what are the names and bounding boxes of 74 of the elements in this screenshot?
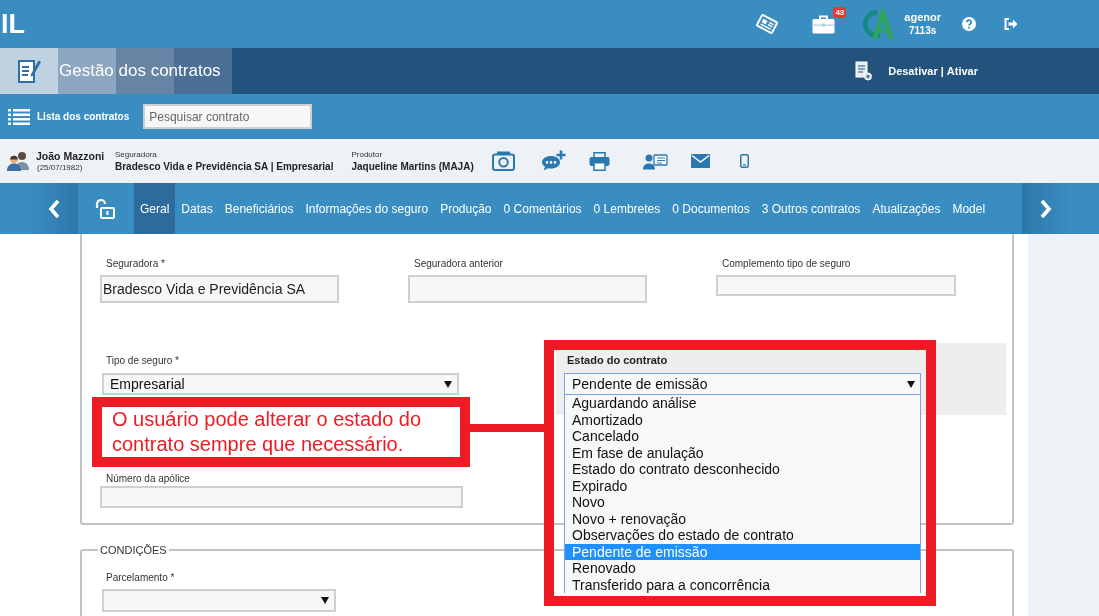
user-name: agenor bbox=[904, 11, 941, 24]
caret-icon bbox=[444, 380, 452, 388]
summary-value: Bradesco Vida e Previdência SA | Empresarial bbox=[115, 160, 334, 173]
insurance-type-complement-input[interactable] bbox=[716, 275, 956, 296]
client-birth-date: (25/07/1982) bbox=[36, 162, 84, 173]
dropdown-option[interactable]: Novo bbox=[565, 494, 920, 511]
callout-text: O usuário pode alterar o estado do contrato sempre que necessário. bbox=[112, 407, 423, 457]
dropdown-option[interactable]: Expirado bbox=[565, 477, 920, 494]
client-name: João Mazzoni bbox=[36, 149, 106, 163]
tab[interactable]: Atualizações bbox=[866, 183, 947, 234]
field-label: Número da apólice bbox=[105, 472, 191, 486]
briefcase-icon[interactable] bbox=[812, 14, 836, 34]
tab[interactable]: Informações do seguro bbox=[299, 183, 435, 234]
caret-icon bbox=[907, 380, 915, 388]
notification-badge: 43 bbox=[833, 6, 847, 18]
tab[interactable]: 0 Comentários bbox=[497, 183, 588, 234]
phone-icon[interactable] bbox=[739, 154, 749, 168]
logo-icon bbox=[861, 8, 894, 40]
brand-text: IL bbox=[0, 10, 25, 38]
policy-number-input[interactable] bbox=[100, 486, 463, 508]
printer-icon[interactable] bbox=[588, 151, 610, 171]
previous-insurer-input[interactable] bbox=[408, 275, 647, 303]
list-icon bbox=[8, 108, 30, 125]
contract-edit-icon bbox=[17, 58, 41, 84]
dropdown-option[interactable]: Transferido para a concorrência bbox=[565, 576, 920, 593]
chevron-left-icon bbox=[48, 198, 60, 219]
chevron-right-icon bbox=[1040, 198, 1052, 219]
field-label: Estado do contrato bbox=[567, 353, 669, 367]
summary-value: Jaqueline Martins (MAJA) bbox=[351, 160, 474, 173]
field-label: Parcelamento * bbox=[105, 571, 176, 585]
logout-icon[interactable] bbox=[1004, 18, 1018, 30]
contract-list-link[interactable]: Lista dos contratos bbox=[8, 108, 130, 125]
action-separator: | bbox=[940, 63, 944, 79]
tab[interactable]: Model bbox=[946, 183, 992, 234]
contact-card-icon[interactable] bbox=[642, 152, 668, 170]
field-label: Tipo de seguro * bbox=[105, 354, 180, 368]
document-gear-icon[interactable] bbox=[855, 61, 873, 81]
tab[interactable]: 3 Outros contratos bbox=[755, 183, 867, 234]
tab[interactable]: 0 Lembretes bbox=[587, 183, 667, 234]
summary-label: Produtor bbox=[351, 149, 384, 160]
tab[interactable]: Beneficiários bbox=[218, 183, 300, 234]
status-action-link[interactable]: Ativar bbox=[946, 62, 978, 80]
dropdown-option[interactable]: Cancelado bbox=[565, 428, 920, 445]
insurer-input[interactable]: Bradesco Vida e Previdência SA bbox=[100, 275, 339, 303]
summary-label: Seguradora bbox=[115, 149, 158, 160]
field-label: Seguradora anterior bbox=[413, 257, 504, 271]
tab[interactable]: Geral bbox=[134, 183, 176, 234]
status-action-link[interactable]: Desativar bbox=[888, 62, 938, 80]
caret-icon bbox=[321, 597, 329, 604]
dropdown-option[interactable]: Em fase de anulação bbox=[565, 444, 920, 461]
tab[interactable]: 0 Documentos bbox=[666, 183, 756, 234]
tab[interactable]: Produção bbox=[434, 183, 498, 234]
insurance-type-select[interactable]: Empresarial bbox=[102, 373, 459, 395]
camera-icon[interactable] bbox=[491, 151, 515, 171]
dropdown-option[interactable]: Estado do contrato desconhecido bbox=[565, 461, 920, 478]
dropdown-option[interactable]: Amortizado bbox=[565, 411, 920, 428]
user-code: 7113s bbox=[909, 24, 937, 37]
dropdown-option[interactable]: Renovado bbox=[565, 560, 920, 577]
page-title: Gestão dos contratos bbox=[58, 60, 221, 82]
tab[interactable]: Datas bbox=[175, 183, 219, 234]
section-legend: CONDIÇÕES bbox=[98, 543, 169, 557]
search-field[interactable]: Pesquisar contrato bbox=[143, 104, 313, 129]
dropdown-option[interactable]: Novo + renovação bbox=[565, 510, 920, 527]
help-icon[interactable] bbox=[962, 17, 976, 31]
unlock-icon[interactable] bbox=[94, 198, 115, 219]
field-label: Complemento tipo de seguro bbox=[721, 257, 852, 271]
mail-icon[interactable] bbox=[690, 154, 710, 168]
contract-state-select[interactable]: Pendente de emissão bbox=[564, 373, 921, 395]
newspaper-icon[interactable] bbox=[755, 12, 780, 36]
dropdown-option[interactable]: Aguardando análise bbox=[565, 395, 920, 412]
chat-add-icon[interactable] bbox=[540, 150, 566, 172]
field-label: Seguradora * bbox=[105, 257, 166, 271]
dropdown-option[interactable]: Observações do estado de contrato bbox=[565, 527, 920, 544]
people-icon bbox=[7, 151, 30, 171]
